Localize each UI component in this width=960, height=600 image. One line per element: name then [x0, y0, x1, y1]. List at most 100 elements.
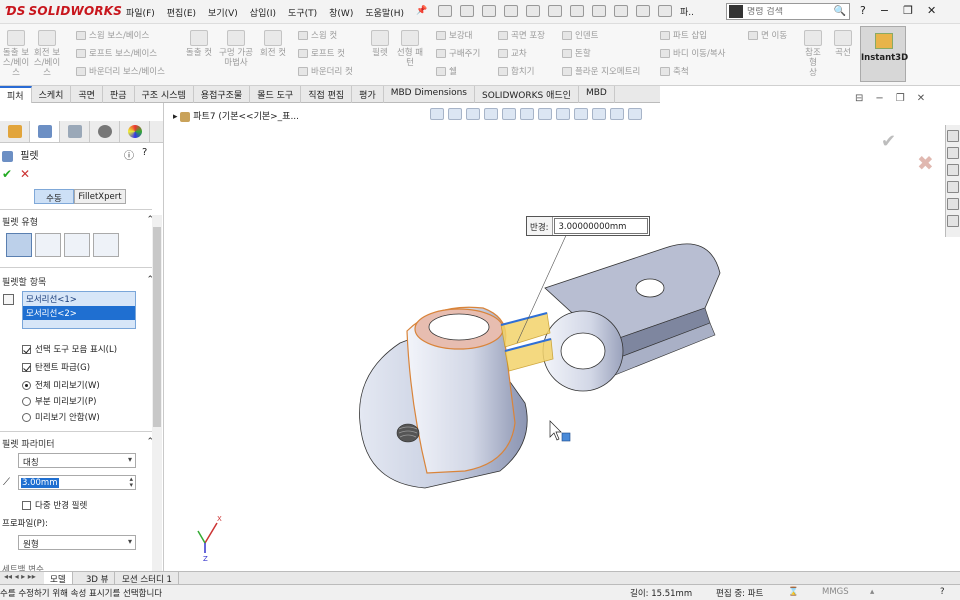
ok-check-icon[interactable]: ✔	[2, 167, 12, 181]
tab-evaluate[interactable]: 평가	[352, 86, 384, 103]
tab-structure-system[interactable]: 구조 시스템	[135, 86, 194, 103]
search-icon[interactable]: 🔍	[834, 6, 846, 17]
menu-view[interactable]: 보기(V)	[208, 6, 238, 19]
rebuild-icon[interactable]	[614, 5, 628, 17]
gear-icon[interactable]	[658, 5, 672, 17]
menu-file[interactable]: 파일(F)	[126, 6, 155, 19]
tab-features[interactable]: 피처	[0, 86, 32, 103]
move-face-button[interactable]: 면 이동	[748, 29, 787, 41]
view-palette-icon[interactable]	[947, 181, 959, 193]
move-copy-body-button[interactable]: 바디 이동/복사	[660, 47, 726, 59]
fillet-type-header[interactable]: 필렛 유형 ⌃	[2, 215, 154, 228]
radio-icon[interactable]	[22, 413, 31, 422]
insert-part-button[interactable]: 파트 삽입	[660, 29, 707, 41]
home-icon[interactable]	[438, 5, 452, 17]
save-icon[interactable]	[504, 5, 518, 17]
spinner-icon[interactable]: ▴ ▾	[129, 476, 133, 489]
rebuild-status-icon[interactable]: ⌛	[788, 587, 799, 597]
checkbox-icon[interactable]	[22, 345, 31, 354]
redo-icon[interactable]	[570, 5, 584, 17]
help-circle-icon[interactable]: ⓘ	[124, 147, 134, 162]
tab-feature-tree[interactable]	[0, 121, 30, 142]
hole-wizard-button[interactable]: 구멍 가공 마법사	[216, 30, 256, 68]
undo-icon[interactable]	[548, 5, 562, 17]
scroll-left-icon[interactable]: ◂◂ ◂ ▸ ▸▸	[4, 572, 36, 581]
tab-surfaces[interactable]: 곡면	[71, 86, 103, 103]
indent-button[interactable]: 인덴트	[562, 29, 598, 41]
wrap-button[interactable]: 곡면 포장	[498, 29, 545, 41]
boundary-boss-button[interactable]: 바운더리 보스/베이스	[76, 65, 165, 77]
lofted-boss-button[interactable]: 로프트 보스/베이스	[76, 47, 157, 59]
search-input[interactable]	[747, 6, 827, 17]
radius-input[interactable]: 3.00mm ▴ ▾	[18, 475, 136, 490]
panel-scrollbar[interactable]	[152, 215, 162, 571]
menu-edit[interactable]: 편집(E)	[167, 6, 196, 19]
rib-button[interactable]: 보강대	[436, 29, 472, 41]
intersect-button[interactable]: 교차	[498, 47, 527, 59]
part-model[interactable]: X Z	[165, 103, 945, 571]
variable-radius-icon[interactable]	[35, 233, 61, 257]
split-button[interactable]: 돈할	[562, 47, 591, 59]
draft-button[interactable]: 구배주기	[436, 47, 480, 59]
swept-boss-button[interactable]: 스윕 보스/베이스	[76, 29, 149, 41]
new-icon[interactable]	[460, 5, 474, 17]
full-round-icon[interactable]	[93, 233, 119, 257]
tab-weldments[interactable]: 용접구조물	[194, 86, 251, 103]
pin-icon[interactable]: 📌	[416, 6, 427, 19]
radius-callout-value[interactable]: 3.00000000mm	[553, 218, 648, 234]
command-search[interactable]: 🔍	[726, 3, 850, 20]
tangent-propagation-option[interactable]: 탄젠트 파급(G)	[22, 361, 90, 373]
custom-properties-icon[interactable]	[947, 215, 959, 227]
combine-button[interactable]: 합치기	[498, 65, 534, 77]
close-icon[interactable]: ✕	[927, 4, 936, 17]
revolved-cut-button[interactable]: 회전 컷	[258, 30, 288, 58]
tab-display-manager[interactable]	[120, 121, 150, 142]
instant3d-button[interactable]: Instant3D	[860, 26, 908, 82]
tab-direct-editing[interactable]: 직접 편집	[301, 86, 353, 103]
list-item[interactable]: 모서리선<2>	[23, 306, 135, 320]
restore-icon[interactable]: ❐	[903, 4, 913, 17]
checkbox-icon[interactable]	[22, 363, 31, 372]
setback-header[interactable]: 세트백 변수	[2, 563, 44, 571]
list-item[interactable]: 모서리선<1>	[23, 292, 135, 306]
tab-mbd[interactable]: MBD	[579, 86, 615, 103]
show-toolbar-option[interactable]: 선택 도구 모음 표시(L)	[22, 343, 117, 355]
radio-icon[interactable]	[22, 397, 31, 406]
appearances-icon[interactable]	[947, 198, 959, 210]
no-preview-option[interactable]: 미리보기 안함(W)	[22, 411, 100, 423]
checkbox-icon[interactable]	[22, 501, 31, 510]
tab-property-manager[interactable]	[30, 121, 60, 142]
extruded-cut-button[interactable]: 돌출 컷	[184, 30, 214, 58]
tab-addins[interactable]: SOLIDWORKS 애드인	[475, 86, 579, 103]
menu-window[interactable]: 창(W)	[329, 6, 353, 19]
print-icon[interactable]	[526, 5, 540, 17]
reference-geometry-button[interactable]: 참조 형상	[800, 30, 826, 78]
tab-mold-tools[interactable]: 몰드 도구	[250, 86, 302, 103]
filletxpert-button[interactable]: FilletXpert	[74, 189, 126, 204]
select-icon[interactable]	[592, 5, 606, 17]
design-library-icon[interactable]	[947, 147, 959, 159]
fillet-parameters-header[interactable]: 필렛 파라미터 ⌃	[2, 437, 154, 450]
tab-dimxpert[interactable]	[90, 121, 120, 142]
curves-button[interactable]: 곡선	[830, 30, 856, 58]
scale-button[interactable]: 축척	[660, 65, 689, 77]
radio-icon[interactable]	[22, 381, 31, 390]
constant-radius-icon[interactable]	[6, 233, 32, 257]
drag-handle[interactable]	[561, 432, 571, 442]
items-to-fillet-header[interactable]: 필렛할 항목 ⌃	[2, 275, 154, 288]
minimize-icon[interactable]: −	[880, 4, 889, 17]
cancel-x-icon[interactable]: ✕	[20, 167, 30, 181]
face-fillet-icon[interactable]	[64, 233, 90, 257]
tab-configuration-manager[interactable]	[60, 121, 90, 142]
file-properties-icon[interactable]	[636, 5, 650, 17]
manual-button[interactable]: 수동	[34, 189, 74, 204]
profile-select[interactable]: 원형 ▾	[18, 535, 136, 550]
tab-sheet-metal[interactable]: 판금	[103, 86, 135, 103]
menu-help[interactable]: 도움말(H)	[365, 6, 404, 19]
lofted-cut-button[interactable]: 로프트 컷	[298, 47, 345, 59]
extruded-boss-button[interactable]: 돌출 보 스/베이 스	[2, 30, 30, 78]
graphics-area[interactable]: ▸ 파트7 (기본<<기본>_표... ⊟ − ❐ ✕ ✔ ✖ X Z 반경: …	[165, 93, 960, 571]
linear-pattern-button[interactable]: 선형 패턴	[396, 30, 424, 68]
swept-cut-button[interactable]: 스윕 컷	[298, 29, 337, 41]
edges-list[interactable]: 모서리선<1> 모서리선<2>	[22, 291, 136, 329]
